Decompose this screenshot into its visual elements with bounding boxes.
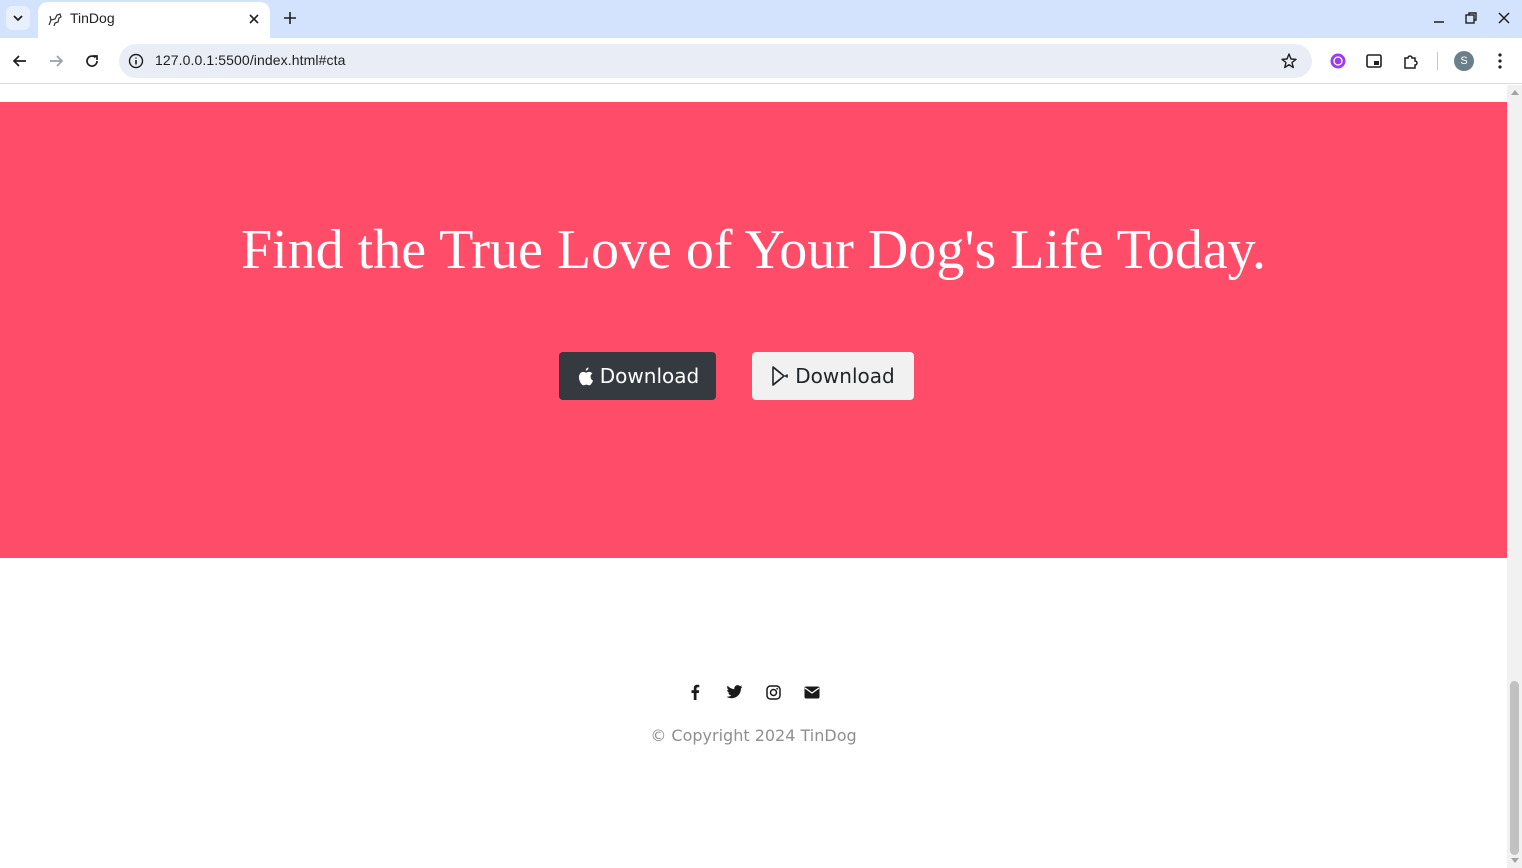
google-play-download-button[interactable]: Download — [752, 352, 914, 400]
forward-arrow-icon[interactable] — [46, 51, 66, 71]
google-play-download-label: Download — [795, 364, 895, 388]
browser-toolbar: 127.0.0.1:5500/index.html#cta S — [0, 38, 1522, 84]
apple-download-button[interactable]: Download — [559, 352, 716, 400]
picture-in-picture-icon[interactable] — [1364, 51, 1384, 71]
extension-purple-icon[interactable] — [1328, 51, 1348, 71]
twitter-icon[interactable] — [725, 683, 743, 701]
url-text[interactable]: 127.0.0.1:5500/index.html#cta — [155, 52, 345, 68]
apple-download-label: Download — [599, 364, 700, 388]
extensions-puzzle-icon[interactable] — [1401, 51, 1421, 71]
chevron-down-icon — [13, 15, 23, 22]
social-icons — [0, 683, 1507, 701]
page-scrollbar[interactable] — [1507, 85, 1522, 868]
copyright-text: © Copyright 2024 TinDog — [650, 726, 857, 745]
info-icon[interactable] — [128, 53, 144, 69]
restore-icon[interactable] — [1463, 10, 1479, 26]
browser-tab-bar: TinDog — [0, 0, 1522, 38]
page-viewport: Find the True Love of Your Dog's Life To… — [0, 85, 1507, 868]
back-arrow-icon[interactable] — [10, 51, 30, 71]
dog-favicon-icon — [48, 13, 62, 27]
tab-title: TinDog — [70, 10, 115, 26]
tab-search-button[interactable] — [6, 6, 30, 30]
reload-icon[interactable] — [82, 51, 102, 71]
toolbar-separator — [1437, 52, 1438, 70]
address-bar[interactable]: 127.0.0.1:5500/index.html#cta — [119, 44, 1312, 78]
cta-heading: Find the True Love of Your Dog's Life To… — [240, 219, 1267, 281]
new-tab-icon[interactable] — [281, 9, 299, 27]
kebab-menu-icon[interactable] — [1490, 51, 1510, 71]
envelope-icon[interactable] — [803, 683, 821, 701]
close-window-icon[interactable] — [1496, 10, 1512, 26]
apple-icon — [578, 367, 593, 386]
scroll-down-arrow-icon[interactable] — [1511, 858, 1519, 863]
google-play-icon — [772, 366, 789, 386]
instagram-icon[interactable] — [764, 683, 782, 701]
bookmark-star-icon[interactable] — [1280, 52, 1298, 70]
facebook-icon[interactable] — [686, 683, 704, 701]
minimize-icon[interactable] — [1431, 10, 1447, 26]
scroll-up-arrow-icon[interactable] — [1511, 90, 1519, 95]
cta-section: Find the True Love of Your Dog's Life To… — [0, 102, 1507, 558]
browser-tab-active[interactable]: TinDog — [38, 2, 270, 38]
close-tab-icon[interactable] — [247, 12, 261, 26]
scrollbar-thumb[interactable] — [1510, 681, 1519, 855]
profile-avatar[interactable]: S — [1454, 51, 1474, 71]
